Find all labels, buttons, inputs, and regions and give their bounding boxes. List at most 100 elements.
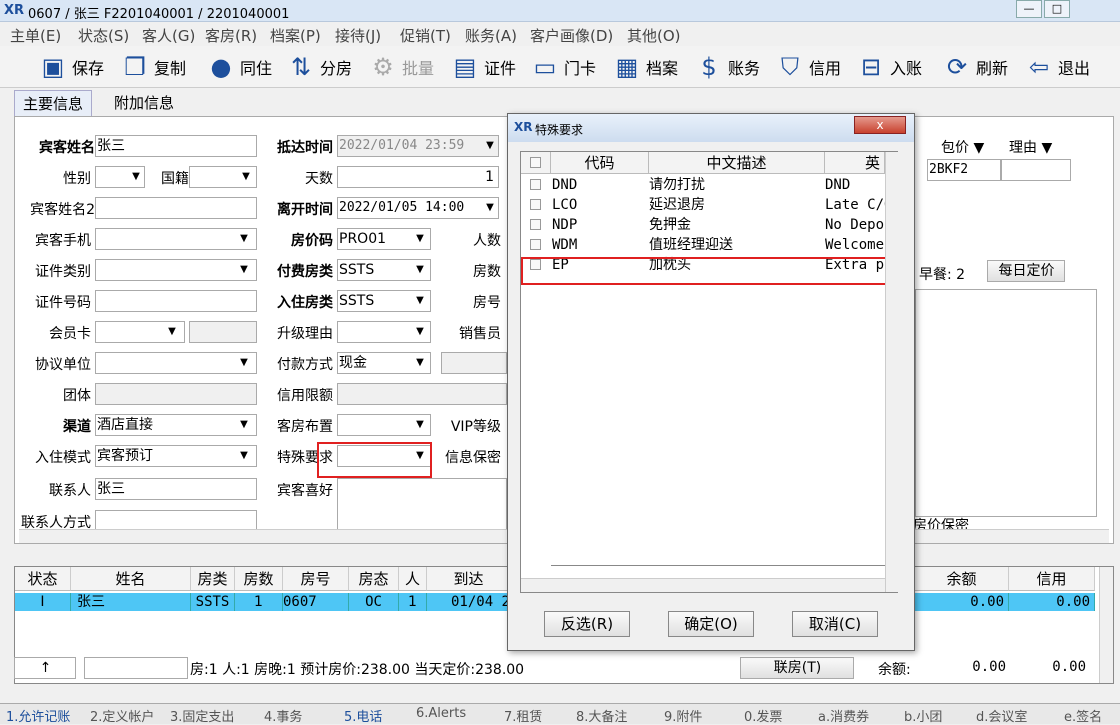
invert-selection-button[interactable]: 反选(R) (544, 611, 630, 637)
cancel-button[interactable]: 取消(C) (792, 611, 878, 637)
days-field[interactable]: 1 (337, 166, 499, 188)
share-room-button[interactable]: ● 同住 (206, 50, 273, 84)
grid-cell-arrival[interactable]: 01/04 2 (427, 593, 511, 611)
rate-code-dropdown-icon[interactable]: ▼ (411, 228, 429, 250)
pay-room-type-dropdown-icon[interactable]: ▼ (411, 259, 429, 281)
reason-cell[interactable] (1001, 159, 1071, 181)
post-button[interactable]: ⊟ 入账 (856, 50, 922, 84)
row-code[interactable]: NDP (552, 215, 648, 235)
save-button[interactable]: ▣ 保存 (38, 50, 104, 84)
remarks-area[interactable] (915, 289, 1097, 517)
grid-cell-rooms[interactable]: 1 (235, 593, 283, 611)
guest-name-field[interactable]: 张三 (95, 135, 257, 157)
row-checkbox[interactable] (530, 219, 541, 230)
grid-cell-balance[interactable]: 0.00 (915, 593, 1009, 611)
mobile-field[interactable] (95, 228, 257, 250)
grid-header-arrival[interactable]: 到达 (427, 567, 511, 591)
row-checkbox[interactable] (530, 179, 541, 190)
row-code[interactable]: LCO (552, 195, 648, 215)
list-horizontal-scrollbar[interactable] (521, 578, 885, 592)
mobile-dropdown-icon[interactable]: ▼ (235, 228, 253, 250)
copy-button[interactable]: ❐ 复制 (120, 50, 186, 84)
grid-header-rooms[interactable]: 房数 (235, 567, 283, 591)
profile-button[interactable]: ▦ 档案 (612, 50, 678, 84)
grid-header-persons[interactable]: 人 (399, 567, 427, 591)
upgrade-reason-dropdown-icon[interactable]: ▼ (411, 321, 429, 343)
refresh-button[interactable]: ⟳ 刷新 (942, 50, 1008, 84)
menu-guest[interactable]: 客人(G) (142, 25, 195, 46)
tab-fixed-expense[interactable]: 3.固定支出 (170, 706, 234, 725)
grid-cell-room-no[interactable]: 0607 (283, 593, 349, 611)
room-layout-dropdown-icon[interactable]: ▼ (411, 414, 429, 436)
tab-main-info[interactable]: 主要信息 (14, 90, 93, 116)
row-checkbox[interactable] (530, 199, 541, 210)
row-code[interactable]: WDM (552, 235, 648, 255)
assign-room-button[interactable]: ⇅ 分房 (286, 50, 352, 84)
grid-cell-credit[interactable]: 0.00 (1009, 593, 1095, 611)
menu-status[interactable]: 状态(S) (78, 25, 129, 46)
grid-cell-room-state[interactable]: OC (349, 593, 399, 611)
grid-header-room-state[interactable]: 房态 (349, 567, 399, 591)
package-price-cell[interactable]: 2BKF2 (927, 159, 1001, 181)
row-code[interactable]: DND (552, 175, 648, 195)
list-header-cn[interactable]: 中文描述 (649, 152, 825, 174)
tab-invoice[interactable]: 0.发票 (744, 706, 782, 725)
maximize-button[interactable]: □ (1044, 0, 1070, 18)
grid-cell-persons[interactable]: 1 (399, 593, 427, 611)
minimize-button[interactable]: — (1016, 0, 1042, 18)
tab-allow-charge[interactable]: 1.允许记账 (6, 706, 70, 725)
list-header-code[interactable]: 代码 (551, 152, 649, 174)
ok-button[interactable]: 确定(O) (668, 611, 754, 637)
grid-header-name[interactable]: 姓名 (71, 567, 191, 591)
grid-cell-room-type[interactable]: SSTS (191, 593, 235, 611)
billing-button[interactable]: $ 账务 (694, 50, 760, 84)
checkin-mode-dropdown-icon[interactable]: ▼ (235, 445, 253, 467)
row-checkbox[interactable] (530, 239, 541, 250)
daily-price-button[interactable]: 每日定价 (987, 260, 1065, 282)
grid-header-room-type[interactable]: 房类 (191, 567, 235, 591)
id-type-select[interactable] (95, 259, 257, 281)
tab-phone[interactable]: 5.电话 (344, 706, 382, 725)
row-cn[interactable]: 延迟退房 (649, 195, 824, 215)
member-card-dropdown-icon[interactable]: ▼ (163, 321, 181, 343)
row-cn[interactable]: 值班经理迎送 (649, 235, 824, 255)
row-en[interactable]: Late C/O (825, 195, 885, 215)
row-cn[interactable]: 免押金 (649, 215, 824, 235)
menu-reception[interactable]: 接待(J) (335, 25, 381, 46)
menu-profile[interactable]: 档案(P) (270, 25, 321, 46)
menu-main[interactable]: 主单(E) (10, 25, 61, 46)
nationality-dropdown-icon[interactable]: ▼ (237, 166, 255, 188)
row-en[interactable]: Welcome (825, 235, 885, 255)
dialog-close-button[interactable]: x (854, 116, 906, 134)
list-vertical-scrollbar[interactable] (885, 152, 899, 592)
menu-portrait[interactable]: 客户画像(D) (530, 25, 613, 46)
preference-field[interactable] (337, 478, 507, 534)
exit-button[interactable]: ⇦ 退出 (1024, 50, 1090, 84)
departure-field[interactable]: 2022/01/05 14:00 (337, 197, 499, 219)
row-en[interactable]: No Deposit (825, 215, 885, 235)
gender-dropdown-icon[interactable]: ▼ (127, 166, 145, 188)
tab-signature[interactable]: e.签名 (1064, 706, 1102, 725)
contact-field[interactable]: 张三 (95, 478, 257, 500)
tab-attachment[interactable]: 9.附件 (664, 706, 702, 725)
join-room-button[interactable]: 联房(T) (740, 657, 854, 679)
tab-voucher[interactable]: a.消费券 (818, 706, 869, 725)
grid-cell-status[interactable]: I (15, 593, 71, 611)
menu-other[interactable]: 其他(O) (627, 25, 681, 46)
menu-room[interactable]: 客房(R) (205, 25, 257, 46)
tab-affairs[interactable]: 4.事务 (264, 706, 302, 725)
tab-big-note[interactable]: 8.大备注 (576, 706, 627, 725)
summary-input[interactable] (84, 657, 188, 679)
select-all-checkbox[interactable] (530, 157, 541, 168)
grid-cell-name[interactable]: 张三 (71, 593, 191, 611)
batch-button[interactable]: ⚙ 批量 (368, 50, 434, 84)
tab-meeting-room[interactable]: d.会议室 (976, 706, 1027, 725)
grid-header-credit[interactable]: 信用 (1009, 567, 1095, 591)
id-button[interactable]: ▤ 证件 (450, 50, 516, 84)
select-all-header[interactable] (521, 152, 551, 174)
id-number-field[interactable] (95, 290, 257, 312)
row-en[interactable]: DND (825, 175, 885, 195)
id-type-dropdown-icon[interactable]: ▼ (235, 259, 253, 281)
grid-header-balance[interactable]: 余额 (915, 567, 1009, 591)
payment-dropdown-icon[interactable]: ▼ (411, 352, 429, 374)
